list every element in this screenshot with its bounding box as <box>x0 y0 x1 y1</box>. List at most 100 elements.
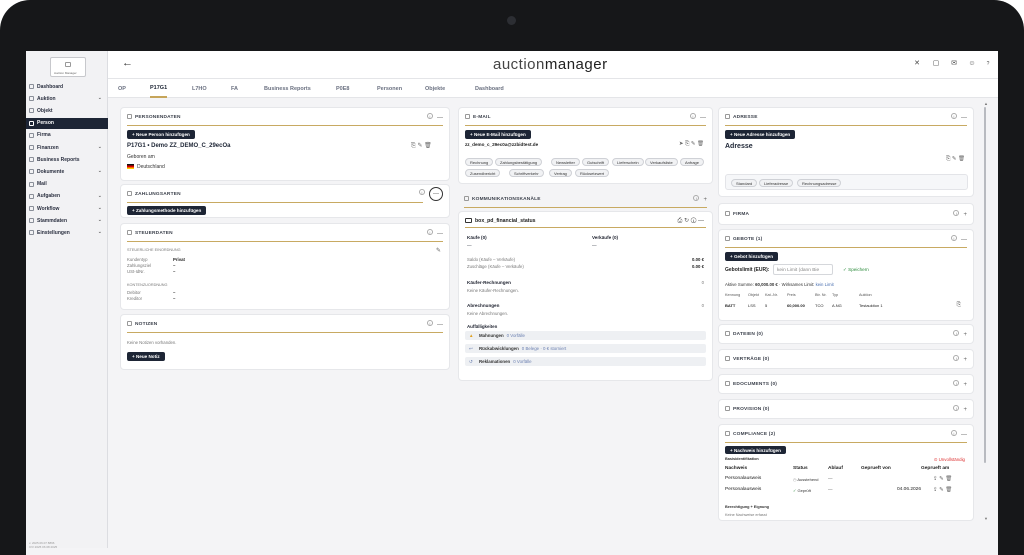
collapse-icon[interactable]: — <box>961 115 967 121</box>
user-icon[interactable]: ☺ <box>968 60 976 68</box>
tab-op[interactable]: OP <box>118 79 126 98</box>
info-icon[interactable]: i <box>427 229 433 235</box>
add-email-button[interactable]: + Neue E-Mail hinzufügen <box>465 130 531 139</box>
address-type-chip[interactable]: Standard <box>731 179 758 187</box>
info-icon[interactable]: i <box>953 405 960 411</box>
info-icon[interactable]: i <box>951 113 957 119</box>
tab-fa[interactable]: FA <box>231 79 238 98</box>
sidebar-item-dashboard[interactable]: Dashboard <box>26 81 108 92</box>
help-icon[interactable]: ? <box>984 60 992 68</box>
info-icon[interactable]: i <box>693 195 700 201</box>
collapse-icon[interactable]: — <box>437 115 443 121</box>
tab-dashboard[interactable]: Dashboard <box>475 79 504 98</box>
calendar-icon[interactable]: ▢ <box>932 60 940 68</box>
email-tag-chip[interactable]: Gutschrift <box>582 158 610 166</box>
financial-controls[interactable]: ⎙ ↻ ⓘ — <box>678 217 704 225</box>
add-payment-button[interactable]: + Zahlungsmethode hinzufügen <box>127 206 207 215</box>
address-type-chip[interactable]: Lieferadresse <box>759 179 794 187</box>
tab-personen[interactable]: Personen <box>377 79 402 98</box>
collapse-button[interactable]: — <box>429 187 443 201</box>
proof-actions[interactable]: ⇪ ✎ 🗑 <box>933 487 952 493</box>
tab-l7ho[interactable]: L7HO <box>192 79 207 98</box>
info-icon[interactable]: i <box>953 210 960 216</box>
scrollbar[interactable] <box>984 107 986 463</box>
add-person-button[interactable]: + Neue Person hinzufügen <box>127 130 195 139</box>
back-arrow-icon[interactable]: ← <box>122 57 133 69</box>
financial-status-card: box_pd_financial_status ⎙ ↻ ⓘ — Käufe (0… <box>458 211 713 381</box>
address-type-chip[interactable]: Rechnungsadresse <box>797 179 842 187</box>
email-tag-chip[interactable]: Verkaufsliste <box>645 158 678 166</box>
sidebar-item-workflow[interactable]: Workflow ⌄ <box>26 203 108 214</box>
email-tag-chip[interactable]: Rechnung <box>465 158 494 166</box>
app-logo[interactable]: Auction Manager <box>50 57 86 77</box>
email-tag-chip[interactable]: Newsletter <box>551 158 580 166</box>
address-actions[interactable]: ⎘ ✎ 🗑 <box>946 156 965 163</box>
chevron-down-icon[interactable]: ⌄ <box>98 95 102 101</box>
bid-limit-input[interactable]: kein Limit (dann Bie <box>773 264 833 275</box>
info-icon[interactable]: i <box>427 320 433 326</box>
chevron-down-icon[interactable]: ⌄ <box>98 205 102 211</box>
add-address-button[interactable]: + Neue Adresse hinzufügen <box>725 130 796 139</box>
scroll-up-icon[interactable]: ▲ <box>984 101 988 106</box>
email-tag-chip[interactable]: Schriftverkehr <box>509 169 544 177</box>
sidebar-item-stammdaten[interactable]: Stammdaten ⌄ <box>26 215 108 226</box>
email-tag-chip[interactable]: Lieferschein <box>612 158 644 166</box>
save-limit-button[interactable]: ✓ Speichern <box>843 267 869 273</box>
add-bid-button[interactable]: + Gebot hinzufügen <box>725 252 778 261</box>
email-tag-chip[interactable]: Rücksetzwert <box>575 169 610 177</box>
person-actions[interactable]: ⎘ ✎ 🗑 <box>411 142 432 150</box>
add-icon[interactable]: + <box>703 197 707 203</box>
collapse-icon[interactable]: — <box>700 115 706 121</box>
chevron-down-icon[interactable]: ⌄ <box>98 229 102 235</box>
email-tag-chip[interactable]: Anfrage <box>680 158 705 166</box>
collapse-icon[interactable]: — <box>437 322 443 328</box>
sidebar-item-aufgaben[interactable]: Aufgaben ⌄ <box>26 191 108 202</box>
email-actions[interactable]: ➤ ⎘ ✎ 🗑 <box>679 141 704 148</box>
scroll-down-icon[interactable]: ▼ <box>984 516 988 521</box>
email-tag-chip[interactable]: Zusendbericht <box>465 169 501 177</box>
tab-p17g1[interactable]: P17G1 <box>150 79 168 98</box>
info-icon[interactable]: i <box>690 113 696 119</box>
sidebar-item-mail[interactable]: Mail <box>26 179 108 190</box>
chevron-down-icon[interactable]: ⌄ <box>98 168 102 174</box>
sidebar-item-objekt[interactable]: Objekt <box>26 105 108 116</box>
add-icon[interactable]: + <box>963 212 967 218</box>
add-icon[interactable]: + <box>963 382 967 388</box>
tab-objekte[interactable]: Objekte <box>425 79 445 98</box>
add-note-button[interactable]: + Neue Notiz <box>127 352 165 361</box>
sidebar-item-dokumente[interactable]: Dokumente ⌄ <box>26 166 108 177</box>
info-icon[interactable]: i <box>953 355 960 361</box>
sidebar-item-finanzen[interactable]: Finanzen ⌄ <box>26 142 108 153</box>
menu-item-icon <box>29 120 34 126</box>
info-icon[interactable]: i <box>951 430 957 436</box>
add-proof-button[interactable]: + Nachweis hinzufügen <box>725 446 786 454</box>
info-icon[interactable]: i <box>953 380 960 386</box>
info-icon[interactable]: i <box>419 189 425 195</box>
info-icon[interactable]: i <box>427 113 433 119</box>
add-icon[interactable]: + <box>963 357 967 363</box>
sidebar-item-business-reports[interactable]: Business Reports <box>26 154 108 165</box>
collapse-icon[interactable]: — <box>961 237 967 243</box>
sidebar-item-auktion[interactable]: Auktion ⌄ <box>26 93 108 104</box>
add-icon[interactable]: + <box>963 407 967 413</box>
chevron-down-icon[interactable]: ⌄ <box>98 144 102 150</box>
edit-icon[interactable]: ✎ <box>436 247 441 254</box>
collapse-icon[interactable]: — <box>961 432 967 438</box>
sidebar-item-firma[interactable]: Firma <box>26 130 108 141</box>
sidebar-item-person[interactable]: Person <box>26 117 108 129</box>
tab-p0e8[interactable]: P0E8 <box>336 79 349 98</box>
proof-actions[interactable]: ⇪ ✎ 🗑 <box>933 476 952 482</box>
sidebar-item-einstellungen[interactable]: Einstellungen ⌄ <box>26 227 108 238</box>
mail-icon[interactable]: ✉ <box>950 60 958 68</box>
add-icon[interactable]: + <box>963 332 967 338</box>
chevron-down-icon[interactable]: ⌄ <box>98 217 102 223</box>
info-icon[interactable]: i <box>951 235 957 241</box>
chevron-down-icon[interactable]: ⌄ <box>98 193 102 199</box>
bid-copy-icon[interactable]: ⎘ <box>957 302 961 309</box>
email-tag-chip[interactable]: Vertrag <box>549 169 572 177</box>
email-tag-chip[interactable]: Zahlungsbestätigung <box>495 158 543 166</box>
tab-business-reports[interactable]: Business Reports <box>264 79 311 98</box>
collapse-icon[interactable]: — <box>437 231 443 237</box>
translate-icon[interactable]: ✕ <box>913 60 921 68</box>
info-icon[interactable]: i <box>953 330 960 336</box>
